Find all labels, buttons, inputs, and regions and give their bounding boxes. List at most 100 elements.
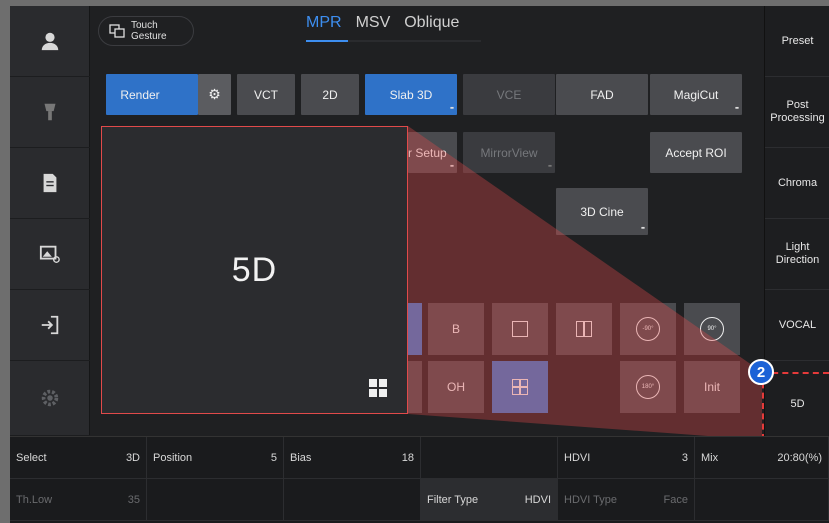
zoomed-5d-label: 5D	[231, 250, 278, 289]
tab-msv[interactable]: MSV	[356, 14, 391, 38]
vce-button[interactable]: VCE	[463, 74, 555, 115]
param-th-low[interactable]: Th.Low 35	[10, 479, 147, 521]
rotate-left-tile[interactable]: -90°	[620, 303, 676, 355]
param-mix[interactable]: Mix 20:80(%)	[695, 437, 829, 479]
param-key: Filter Type	[427, 493, 479, 506]
touch-gesture-line2: Gesture	[131, 31, 167, 42]
touch-gesture-icon	[109, 24, 125, 38]
grip-icon	[369, 379, 387, 397]
param-value: HDVI	[524, 493, 551, 506]
vct-button[interactable]: VCT	[237, 74, 295, 115]
param-key: Position	[153, 451, 193, 464]
probe-button[interactable]	[10, 77, 90, 148]
touch-gesture-label: Touch Gesture	[131, 20, 167, 42]
patient-button[interactable]	[10, 6, 90, 77]
light-direction-button[interactable]: Light Direction	[765, 219, 829, 290]
gear-icon: ⚙	[208, 86, 221, 102]
oh-tile[interactable]: OH	[428, 361, 484, 413]
parameter-bar: Select 3D Position 5 Bias 18 HDVI 3 Mix 20:80…	[10, 436, 829, 523]
rotate-right-icon: 90°	[700, 317, 724, 341]
param-select[interactable]: Select 3D	[10, 437, 147, 479]
param-value: 20:80(%)	[777, 451, 822, 464]
accept-roi-button[interactable]: Accept ROI	[650, 132, 742, 173]
setup-button[interactable]: r Setup ▪▪	[408, 132, 457, 173]
param-value: 3	[681, 451, 688, 464]
callout-number: 2	[748, 359, 774, 385]
callout-highlight-box	[762, 372, 829, 440]
grip-icon: ▪▪	[450, 105, 454, 112]
magicut-label: MagiCut	[673, 87, 719, 102]
report-button[interactable]	[10, 148, 90, 219]
param-value: Face	[663, 493, 688, 506]
preset-button[interactable]: Preset	[765, 6, 829, 77]
tab-oblique[interactable]: Oblique	[404, 14, 459, 38]
rotate-left-icon: -90°	[636, 317, 660, 341]
3d-cine-label: 3D Cine	[580, 204, 624, 219]
b-tile[interactable]: B	[428, 303, 484, 355]
grip-icon: ▪▪	[548, 163, 552, 170]
param-empty-2	[147, 479, 284, 521]
rotate-right-tile[interactable]: 90°	[684, 303, 740, 355]
grip-icon: ▪▪	[735, 105, 739, 112]
zoomed-5d-button[interactable]: 5D	[101, 126, 408, 414]
param-position[interactable]: Position 5	[147, 437, 284, 479]
render-settings-button[interactable]: ⚙	[198, 74, 231, 115]
tab-active-indicator	[306, 40, 348, 42]
mirrorview-button[interactable]: MirrorView ▪▪	[463, 132, 555, 173]
param-key: Mix	[701, 451, 719, 464]
rotate-180-tile[interactable]: 180°	[620, 361, 676, 413]
param-value: 35	[127, 493, 140, 506]
param-key: Bias	[290, 451, 312, 464]
review-button[interactable]	[10, 219, 90, 290]
single-layout-tile[interactable]	[492, 303, 548, 355]
init-tile[interactable]: Init	[684, 361, 740, 413]
2d-button[interactable]: 2D	[301, 74, 359, 115]
single-layout-icon	[512, 321, 528, 337]
tile-c-partial[interactable]	[408, 361, 422, 413]
exit-icon	[41, 315, 59, 335]
tile-a-partial[interactable]	[408, 303, 422, 355]
quad-layout-tile[interactable]	[492, 361, 548, 413]
exit-button[interactable]	[10, 290, 90, 361]
setup-label: r Setup	[408, 145, 447, 160]
vocal-button[interactable]: VOCAL	[765, 290, 829, 361]
touch-gesture-line1: Touch	[131, 20, 158, 31]
param-empty-4	[695, 479, 829, 521]
param-value: 18	[401, 451, 414, 464]
param-hdvi[interactable]: HDVI 3	[558, 437, 695, 479]
3d-cine-button[interactable]: 3D Cine ▪▪	[556, 188, 648, 235]
param-key: HDVI	[564, 451, 591, 464]
touch-gesture-button[interactable]: Touch Gesture	[98, 16, 194, 46]
view-tabs: MPR MSV Oblique	[306, 14, 459, 38]
settings-icon	[41, 389, 59, 407]
fad-button[interactable]: FAD	[556, 74, 648, 115]
chroma-button[interactable]: Chroma	[765, 148, 829, 219]
app-frame: Touch Gesture MPR MSV Oblique Render ⚙ V…	[10, 6, 829, 523]
param-key: Th.Low	[16, 493, 53, 506]
param-empty-1	[421, 437, 558, 479]
param-filter-type[interactable]: Filter Type HDVI	[421, 479, 558, 521]
grip-icon: ▪▪	[641, 225, 645, 232]
user-icon	[41, 32, 59, 51]
magicut-button[interactable]: MagiCut ▪▪	[650, 74, 742, 115]
param-key: Select	[16, 451, 47, 464]
post-processing-button[interactable]: Post Processing	[765, 77, 829, 148]
report-icon	[43, 173, 57, 193]
tab-mpr[interactable]: MPR	[306, 14, 342, 38]
param-value: 3D	[125, 451, 140, 464]
settings-button[interactable]	[10, 361, 90, 436]
review-icon	[39, 245, 60, 263]
slab-3d-button[interactable]: Slab 3D ▪▪	[365, 74, 457, 115]
slab-3d-label: Slab 3D	[389, 87, 433, 102]
probe-icon	[44, 103, 56, 121]
param-hdvi-type[interactable]: HDVI Type Face	[558, 479, 695, 521]
param-value: 5	[270, 451, 277, 464]
param-bias[interactable]: Bias 18	[284, 437, 421, 479]
rotate-180-icon: 180°	[636, 375, 660, 399]
param-empty-3	[284, 479, 421, 521]
dual-layout-tile[interactable]	[556, 303, 612, 355]
render-button[interactable]: Render	[106, 74, 198, 115]
render-label: Render	[120, 87, 160, 102]
left-sidebar	[10, 6, 90, 436]
param-key: HDVI Type	[564, 493, 617, 506]
